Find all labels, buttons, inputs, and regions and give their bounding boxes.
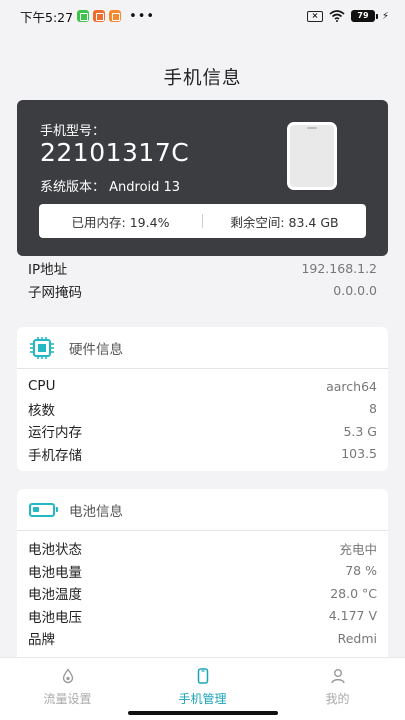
- battery-status-icon: [29, 502, 58, 517]
- info-row: 电池状态 充电中: [17, 537, 388, 560]
- hardware-info-card: 硬件信息 CPU aarch64 核数 8 运行内存 5.3 G 手机存储 10…: [17, 327, 388, 471]
- charging-icon: ⚡: [381, 10, 389, 22]
- card-body: 电池状态 充电中 电池电量 78 % 电池温度 28.0 °C 电池电压 4.1…: [17, 531, 388, 650]
- row-value: 5.3 G: [343, 423, 377, 439]
- info-row: 子网掩码 0.0.0.0: [17, 280, 388, 303]
- drop-icon: [62, 668, 73, 684]
- page-title: 手机信息: [163, 68, 242, 89]
- device-summary-card: 手机型号： 22101317C 系统版本： Android 13 已用内存: 1…: [17, 100, 388, 256]
- row-value: 103.5: [341, 446, 377, 462]
- no-sim-icon: ×: [306, 10, 323, 22]
- wechat-notification-icon: [77, 10, 90, 22]
- more-notifications-icon: •••: [129, 8, 156, 24]
- info-row: 运行内存 5.3 G: [17, 420, 388, 443]
- row-label: 电池电量: [28, 564, 82, 581]
- app-notification-icon: [93, 10, 106, 22]
- person-icon: [330, 669, 345, 684]
- row-label: 电池电压: [28, 609, 82, 626]
- row-value: 0.0.0.0: [333, 283, 377, 299]
- row-label: 手机存储: [28, 447, 82, 464]
- row-value: 28.0 °C: [330, 585, 377, 601]
- battery-icon: 79: [350, 10, 375, 22]
- card-title: 硬件信息: [69, 341, 123, 358]
- battery-tip: [375, 13, 378, 19]
- info-row: IP地址 192.168.1.2: [17, 257, 388, 280]
- row-value: 充电中: [339, 541, 377, 557]
- status-indicators: × 79 ⚡: [306, 10, 389, 22]
- storage-free: 剩余空间: 83.4 GB: [230, 214, 339, 230]
- tab-traffic-settings[interactable]: 流量设置: [0, 658, 135, 720]
- tab-profile[interactable]: 我的: [270, 658, 405, 720]
- network-info-rows: IP地址 192.168.1.2 子网掩码 0.0.0.0: [17, 257, 388, 302]
- cpu-chip-icon: [30, 336, 54, 359]
- row-label: 核数: [28, 402, 55, 419]
- home-indicator[interactable]: [128, 711, 278, 715]
- usage-stats: 已用内存: 19.4% 剩余空间: 83.4 GB: [39, 204, 366, 238]
- tab-label: 流量设置: [43, 692, 92, 706]
- row-value: aarch64: [326, 378, 377, 394]
- info-row: CPU aarch64: [17, 375, 388, 398]
- phone-icon: [287, 122, 337, 190]
- card-header: 电池信息: [17, 489, 388, 531]
- row-label: 电池状态: [28, 542, 82, 559]
- battery-info-card: 电池信息 电池状态 充电中 电池电量 78 % 电池温度 28.0 °C 电池电…: [17, 489, 388, 657]
- info-row: 手机存储 103.5: [17, 443, 388, 466]
- model-number: 22101317C: [40, 138, 190, 167]
- info-row: 电池电量 78 %: [17, 560, 388, 583]
- tab-label: 手机管理: [178, 692, 227, 706]
- status-time: 下午5:27: [20, 9, 74, 25]
- status-bar: 下午5:27 ••• × 79 ⚡: [0, 0, 405, 32]
- row-label: 品牌: [28, 632, 55, 649]
- row-label: 运行内存: [28, 425, 82, 442]
- phone-icon: [197, 668, 208, 684]
- app-notification-icon-2: [109, 10, 122, 22]
- row-label: CPU: [28, 378, 56, 395]
- tab-label: 我的: [325, 692, 350, 706]
- card-body: CPU aarch64 核数 8 运行内存 5.3 G 手机存储 103.5: [17, 369, 388, 465]
- info-row: 电池电压 4.177 V: [17, 605, 388, 628]
- row-value: Redmi: [337, 630, 377, 646]
- info-row: 品牌 Redmi: [17, 627, 388, 650]
- row-label: 电池温度: [28, 587, 82, 604]
- row-label: 子网掩码: [28, 284, 82, 301]
- model-label: 手机型号：: [40, 124, 106, 139]
- info-row: 核数 8: [17, 398, 388, 421]
- memory-used: 已用内存: 19.4%: [71, 214, 170, 230]
- row-label: IP地址: [28, 262, 68, 279]
- row-value: 4.177 V: [328, 608, 377, 624]
- row-value: 8: [369, 401, 377, 417]
- info-row: 电池温度 28.0 °C: [17, 582, 388, 605]
- wifi-icon: [329, 10, 345, 22]
- system-version: 系统版本： Android 13: [40, 180, 181, 195]
- card-title: 电池信息: [69, 503, 123, 520]
- row-value: 78 %: [345, 563, 377, 579]
- card-header: 硬件信息: [17, 327, 388, 369]
- row-value: 192.168.1.2: [301, 260, 377, 276]
